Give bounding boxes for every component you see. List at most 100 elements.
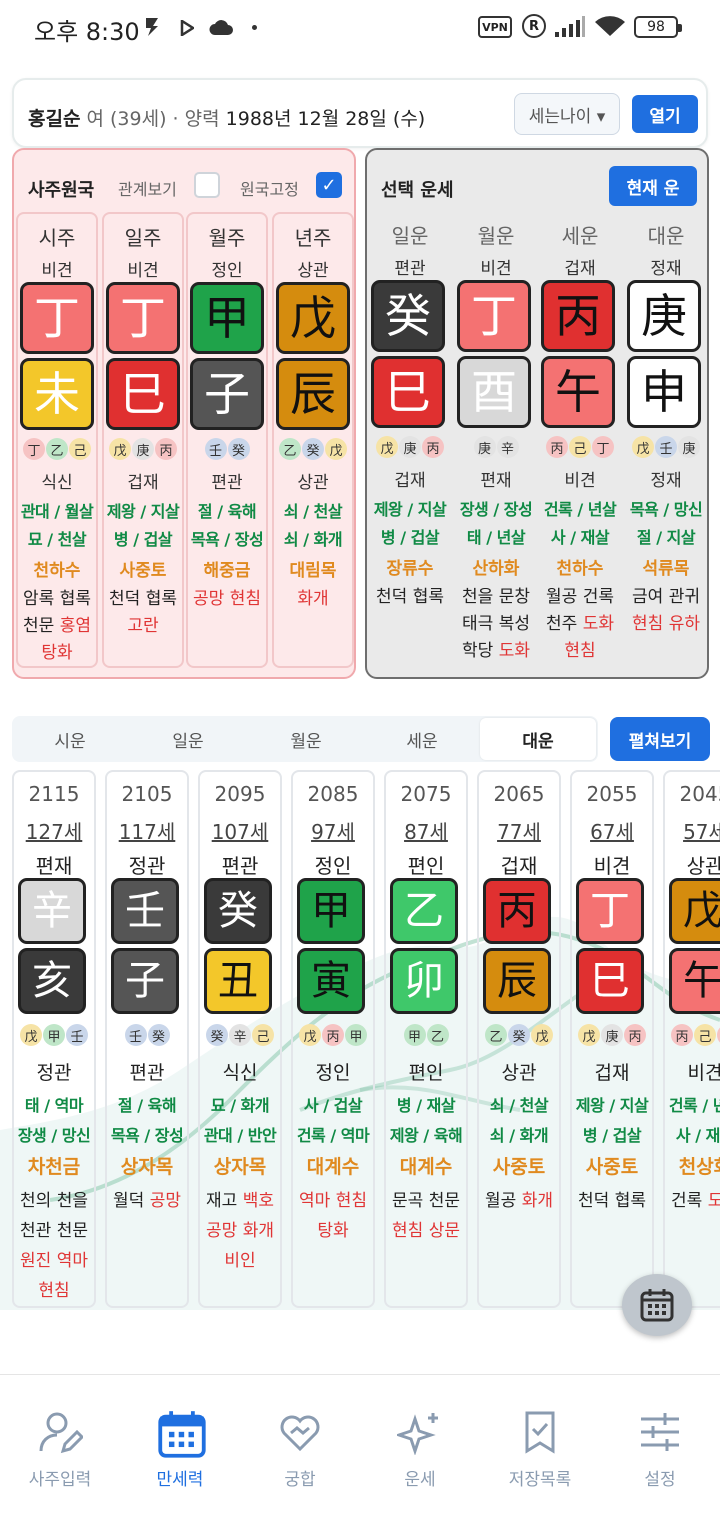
calendar-fab-button[interactable] xyxy=(622,1274,692,1336)
sinsal-bad: 고란 xyxy=(127,616,159,636)
pillar-column[interactable]: 일주 비견 丁巳戊庚丙 겁재 제왕 / 지살 병 / 겁살 사중토 천덕 협록 고란 xyxy=(102,212,184,668)
daewoon-column[interactable]: 2085 97세 정인 甲寅戊丙甲 정인 사 / 겁살 건록 / 역마 대계수 역마 현침 탕화 xyxy=(291,770,375,1308)
pillar-column[interactable]: 세운 겁재 丙午丙己丁 비견 건록 / 년살 사 / 재살 천하수 월공 건록 천주 도화 현… xyxy=(539,212,621,668)
hidden-stem: 甲 xyxy=(403,1024,426,1046)
hidden-stem: 丙 xyxy=(546,436,568,458)
sinsal-good: 천을 xyxy=(462,587,494,607)
hidden-stem: 戊 xyxy=(578,1024,600,1046)
age-mode-select[interactable]: 세는나이 ▾ xyxy=(514,93,620,135)
sinsal-bad: 탕화 xyxy=(317,1221,349,1241)
sparkle-icon xyxy=(394,1409,443,1456)
pillar-column[interactable]: 시주 비견 丁未丁乙己 식신 관대 / 월살 묘 / 천살 천하수 암록 협록 천문 홍염 탕… xyxy=(16,212,98,668)
status-bar: 오후 8:30 VPN R 98 xyxy=(0,0,720,56)
napeum: 산하화 xyxy=(472,559,520,579)
current-fortune-button[interactable]: 현재 운 xyxy=(609,166,697,206)
sinsal-good: 협록 xyxy=(145,589,177,609)
heavenly-stem: 壬 xyxy=(111,878,179,944)
daewoon-column[interactable]: 2055 67세 비견 丁巳戊庚丙 겁재 제왕 / 지살 병 / 겁살 사중토 천덕 협록 xyxy=(570,770,654,1308)
hidden-stem: 戊 xyxy=(20,1024,42,1046)
daewoon-age-link[interactable]: 57세 xyxy=(665,816,720,845)
hidden-stem: 庚 xyxy=(473,436,496,458)
pillar-column[interactable]: 일운 편관 癸巳戊庚丙 겁재 제왕 / 지살 병 / 겁살 장류수 천덕 협록 xyxy=(369,212,451,668)
daewoon-age-link[interactable]: 87세 xyxy=(386,816,466,845)
earthly-branch: 巳 xyxy=(576,948,644,1014)
daewoon-year: 2115 xyxy=(28,782,80,806)
daewoon-age-link[interactable]: 117세 xyxy=(107,816,187,845)
daewoon-strip[interactable]: 2115 127세 편재 辛亥戊甲壬 정관 태 / 역마 장생 / 망신 차천금 천의 천을 천… xyxy=(0,770,720,1310)
branch-ten-god: 편재 xyxy=(480,471,512,491)
sinsal-good: 암록 xyxy=(23,589,55,609)
earthly-branch: 子 xyxy=(111,948,179,1014)
expand-button[interactable]: 펼쳐보기 xyxy=(610,717,710,761)
hidden-stem: 戊 xyxy=(299,1024,321,1046)
sinsal-good: 천주 xyxy=(546,614,578,634)
daewoon-age-link[interactable]: 107세 xyxy=(200,816,280,845)
tab-wolun[interactable]: 월운 xyxy=(248,716,364,762)
relation-view-checkbox[interactable] xyxy=(194,172,220,198)
hidden-stems: 丁乙己 xyxy=(18,438,96,460)
twelve-stage: 목욕 / 망신 xyxy=(629,500,703,519)
daewoon-column[interactable]: 2115 127세 편재 辛亥戊甲壬 정관 태 / 역마 장생 / 망신 차천금 천의 천을 천… xyxy=(12,770,96,1308)
pillar-column[interactable]: 월주 정인 甲子壬癸 편관 절 / 육해 목욕 / 장성 해중금 공망 현침 xyxy=(186,212,268,668)
nav-sliders[interactable]: 설정 xyxy=(600,1375,720,1505)
open-button[interactable]: 열기 xyxy=(632,95,698,133)
daewoon-age-link[interactable]: 67세 xyxy=(572,816,652,845)
hidden-stem: 乙 xyxy=(485,1024,507,1046)
tab-daeun[interactable]: 대운 xyxy=(480,718,596,760)
wonguk-fixed-checkbox[interactable]: ✓ xyxy=(316,172,342,198)
daewoon-age-link[interactable]: 127세 xyxy=(14,816,94,845)
pillar-column[interactable]: 년주 상관 戊辰乙癸戊 상관 쇠 / 천살 쇠 / 화개 대림목 화개 xyxy=(272,212,354,668)
daewoon-column[interactable]: 2065 77세 겁재 丙辰乙癸戊 상관 쇠 / 천살 쇠 / 화개 사중토 월공 화개 xyxy=(477,770,561,1308)
napeum: 대계수 xyxy=(399,1156,453,1178)
nav-person-edit[interactable]: 사주입력 xyxy=(0,1375,120,1505)
daewoon-column[interactable]: 2105 117세 정관 壬子壬癸 편관 절 / 육해 목욕 / 장성 상자목 월덕 공망 xyxy=(105,770,189,1308)
pillar-column[interactable]: 대운 정재 庚申戊壬庚 정재 목욕 / 망신 절 / 지살 석류목 금여 관귀 현침 유하 xyxy=(625,212,707,668)
daewoon-column[interactable]: 2045 57세상관戊午丙己丁 비견건록 / 년살사 / 재살천상화건록 도화 xyxy=(663,770,720,1308)
sinsal-bad: 공망 xyxy=(149,1191,181,1211)
branch-ten-god: 겁재 xyxy=(394,471,426,491)
stem-ten-god: 정인 xyxy=(314,854,352,878)
twelve-sinsal: 절 / 지살 xyxy=(636,528,696,547)
app-notification-icon xyxy=(146,18,158,36)
sinsal-bad: 홍염 xyxy=(59,616,91,636)
twelve-sinsal: 사 / 재살 xyxy=(675,1126,720,1145)
nav-heart-handshake[interactable]: 궁합 xyxy=(240,1375,360,1505)
tab-ilun[interactable]: 일운 xyxy=(130,716,246,762)
daewoon-year: 2085 xyxy=(307,782,359,806)
earthly-branch: 午 xyxy=(669,948,720,1014)
daewoon-column[interactable]: 2095 107세 편관 癸丑癸辛己 식신 묘 / 화개 관대 / 반안 상자목 재고 백호 공… xyxy=(198,770,282,1308)
sinsal-good: 협록 xyxy=(59,589,91,609)
nav-sparkle[interactable]: 운세 xyxy=(360,1375,480,1505)
sinsal-good: 천의 xyxy=(20,1191,52,1211)
tab-siun[interactable]: 시운 xyxy=(12,716,128,762)
heavenly-stem: 丙 xyxy=(483,878,551,944)
sinsal-good: 복성 xyxy=(498,614,530,634)
branch-ten-god: 비견 xyxy=(564,471,596,491)
nav-bookmark-check[interactable]: 저장목록 xyxy=(480,1375,600,1505)
hidden-stem: 丁 xyxy=(592,436,614,458)
pillar-column[interactable]: 월운 비견 丁酉庚辛 편재 장생 / 장성 태 / 년살 산하화 천을 문창 태극 복성 학당… xyxy=(455,212,537,668)
daewoon-column[interactable]: 2075 87세 편인 乙卯甲乙 편인 병 / 재살 제왕 / 육해 대계수 문곡 천문 현침 … xyxy=(384,770,468,1308)
branch-ten-god: 비견 xyxy=(687,1062,720,1084)
sinsal-bad: 공망 xyxy=(193,589,225,609)
earthly-branch: 寅 xyxy=(297,948,365,1014)
wonguk-fixed-label: 원국고정 xyxy=(240,180,299,199)
wonguk-title: 사주원국 xyxy=(28,180,95,201)
sinsal-list: 건록 도화 xyxy=(665,1186,720,1216)
daewoon-age-link[interactable]: 77세 xyxy=(479,816,559,845)
twelve-sinsal: 제왕 / 육해 xyxy=(389,1126,463,1145)
nav-calendar[interactable]: 만세력 xyxy=(120,1375,240,1505)
hidden-stem: 戊 xyxy=(531,1024,553,1046)
hidden-stem: 乙 xyxy=(426,1024,449,1046)
profile-summary: 홍길순 여 (39세) · 양력 1988년 12월 28일 (수) xyxy=(28,104,425,131)
sinsal-list: 천덕 협록 xyxy=(572,1186,652,1216)
daewoon-age-link[interactable]: 97세 xyxy=(293,816,373,845)
hidden-stem: 癸 xyxy=(147,1024,170,1046)
dot-icon xyxy=(252,25,257,30)
sinsal-list: 문곡 천문 현침 상문 xyxy=(386,1186,466,1246)
heavenly-stem: 戊 xyxy=(276,282,350,354)
stem-ten-god: 편재 xyxy=(35,854,73,878)
napeum: 천하수 xyxy=(556,559,604,579)
tab-seun[interactable]: 세운 xyxy=(364,716,480,762)
nav-label: 사주입력 xyxy=(28,1470,92,1490)
